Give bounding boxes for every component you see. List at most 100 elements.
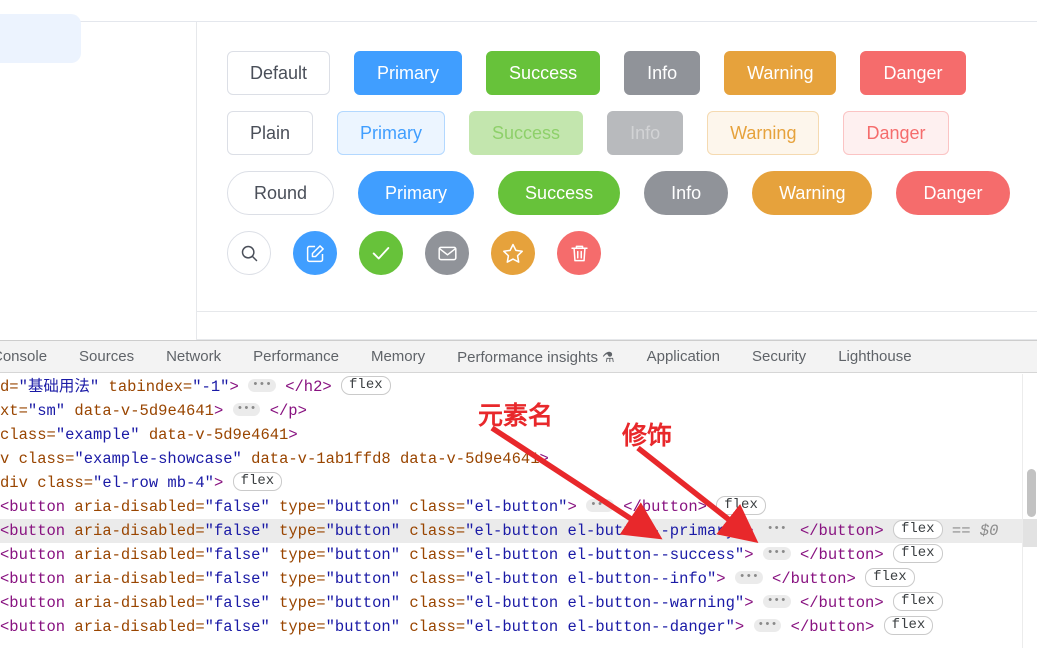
code-punct: > — [213, 474, 224, 492]
code-tag: </button> — [799, 594, 884, 612]
code-attr: xt= — [0, 402, 28, 420]
expand-ellipsis[interactable]: ••• — [248, 379, 276, 393]
code-tag: <button — [0, 522, 75, 540]
button-round-primary[interactable]: Primary — [358, 171, 475, 215]
expand-ellipsis[interactable]: ••• — [734, 571, 763, 585]
code-attr: aria-disabled= — [74, 498, 205, 516]
code-line-button[interactable]: <button aria-disabled="false" type="butt… — [0, 567, 1037, 591]
code-attr: class= — [400, 618, 466, 636]
delete-icon — [569, 243, 590, 264]
code-value: "sm" — [27, 402, 66, 420]
code-value: "false" — [204, 522, 270, 540]
tab-sources[interactable]: Sources — [63, 341, 150, 373]
flex-badge[interactable]: flex — [883, 616, 934, 636]
code-attr: aria-disabled= — [74, 522, 205, 540]
flex-badge[interactable]: flex — [865, 568, 915, 588]
button-rows: Default Primary Success Info Warning Dan… — [227, 49, 1010, 277]
code-value: "-1" — [192, 378, 230, 396]
button-round-warning[interactable]: Warning — [752, 171, 873, 215]
code-line-button[interactable]: <button aria-disabled="false" type="butt… — [0, 615, 1037, 639]
code-value: "el-button" — [465, 498, 568, 516]
button-danger[interactable]: Danger — [860, 51, 966, 95]
code-value: "button" — [325, 522, 401, 540]
devtools-scrollbar[interactable] — [1022, 374, 1037, 648]
code-punct: > — [539, 450, 549, 468]
tab-application[interactable]: Application — [631, 341, 736, 373]
code-attr: v class= — [0, 450, 75, 468]
tab-performance-insights[interactable]: Performance insights ⚗ — [441, 341, 630, 373]
tab-console[interactable]: Console — [0, 341, 63, 373]
icon-button-star[interactable] — [491, 231, 535, 275]
icon-button-delete[interactable] — [557, 231, 601, 275]
devtools-scrollbar-thumb[interactable] — [1027, 469, 1036, 517]
button-round-default[interactable]: Round — [227, 171, 335, 215]
code-line-button[interactable]: <button aria-disabled="false" type="butt… — [0, 591, 1037, 615]
code-attr: aria-disabled= — [74, 546, 205, 564]
code-value: "el-button el-button--success" — [465, 546, 745, 564]
flex-badge[interactable]: flex — [341, 376, 391, 396]
code-attr: aria-disabled= — [74, 618, 205, 636]
button-plain-default[interactable]: Plain — [227, 111, 314, 155]
button-plain-success[interactable]: Success — [469, 111, 584, 155]
icon-button-message[interactable] — [425, 231, 469, 275]
code-tag: <button — [0, 498, 75, 516]
button-round-info[interactable]: Info — [644, 171, 729, 215]
icon-button-edit[interactable] — [293, 231, 337, 275]
button-default[interactable]: Default — [227, 51, 331, 95]
code-punct: > — [567, 498, 577, 516]
button-primary[interactable]: Primary — [354, 51, 463, 95]
code-line[interactable]: v class="example-showcase" data-v-1ab1ff… — [0, 447, 1037, 471]
code-tag: <button — [0, 594, 75, 612]
expand-ellipsis[interactable]: ••• — [753, 619, 782, 633]
dom-tree[interactable]: d="基础用法" tabindex="-1"> ••• </h2> flex x… — [0, 373, 1037, 648]
tab-lighthouse[interactable]: Lighthouse — [822, 341, 927, 373]
code-line-button-selected[interactable]: <button aria-disabled="false" type="butt… — [0, 519, 1037, 543]
code-attr: aria-disabled= — [74, 570, 205, 588]
code-line[interactable]: div class="el-row mb-4"> flex — [0, 471, 1037, 495]
button-plain-danger[interactable]: Danger — [843, 111, 949, 155]
tab-security[interactable]: Security — [736, 341, 822, 373]
code-line-button[interactable]: <button aria-disabled="false" type="butt… — [0, 543, 1037, 567]
flex-badge[interactable]: flex — [892, 520, 943, 540]
flex-badge[interactable]: flex — [892, 592, 943, 612]
code-line[interactable]: xt="sm" data-v-5d9e4641> ••• </p> — [0, 399, 1037, 423]
code-attr: type= — [269, 498, 326, 516]
code-tag: </button> — [799, 522, 884, 540]
code-value: "false" — [204, 594, 270, 612]
code-line[interactable]: class="example" data-v-5d9e4641> — [0, 423, 1037, 447]
button-plain-primary[interactable]: Primary — [337, 111, 446, 155]
code-value: "false" — [204, 546, 270, 564]
code-line[interactable]: d="基础用法" tabindex="-1"> ••• </h2> flex — [0, 375, 1037, 399]
code-attr: class= — [400, 546, 466, 564]
flex-badge[interactable]: flex — [892, 544, 943, 564]
code-punct: > — [744, 594, 754, 612]
code-value: "button" — [325, 498, 401, 516]
code-attr: data-v-5d9e4641 — [139, 426, 289, 444]
button-plain-info[interactable]: Info — [607, 111, 684, 155]
code-tag: <button — [0, 618, 75, 636]
flex-badge[interactable]: flex — [716, 496, 766, 516]
button-round-danger[interactable]: Danger — [896, 171, 1010, 215]
expand-ellipsis[interactable]: ••• — [762, 595, 791, 609]
expand-ellipsis[interactable]: ••• — [762, 523, 791, 537]
button-plain-warning[interactable]: Warning — [707, 111, 820, 155]
button-round-success[interactable]: Success — [498, 171, 621, 215]
expand-ellipsis[interactable]: ••• — [586, 499, 614, 513]
code-punct: > — [213, 402, 224, 420]
expand-ellipsis[interactable]: ••• — [762, 547, 791, 561]
code-value: "el-button el-button--danger" — [465, 618, 735, 636]
code-attr: data-v-1ab1ffd8 data-v-5d9e4641 — [241, 450, 540, 468]
expand-ellipsis[interactable]: ••• — [232, 403, 261, 417]
flex-badge[interactable]: flex — [232, 472, 283, 492]
button-info[interactable]: Info — [624, 51, 701, 95]
icon-button-search[interactable] — [227, 231, 271, 275]
code-value: "example-showcase" — [74, 450, 242, 468]
tab-performance[interactable]: Performance — [237, 341, 355, 373]
tab-network[interactable]: Network — [150, 341, 237, 373]
icon-button-check[interactable] — [359, 231, 403, 275]
code-line-button[interactable]: <button aria-disabled="false" type="butt… — [0, 495, 1037, 519]
tab-memory[interactable]: Memory — [355, 341, 441, 373]
button-success[interactable]: Success — [486, 51, 601, 95]
devtools-panel: Console Sources Network Performance Memo… — [0, 340, 1037, 648]
button-warning[interactable]: Warning — [724, 51, 837, 95]
